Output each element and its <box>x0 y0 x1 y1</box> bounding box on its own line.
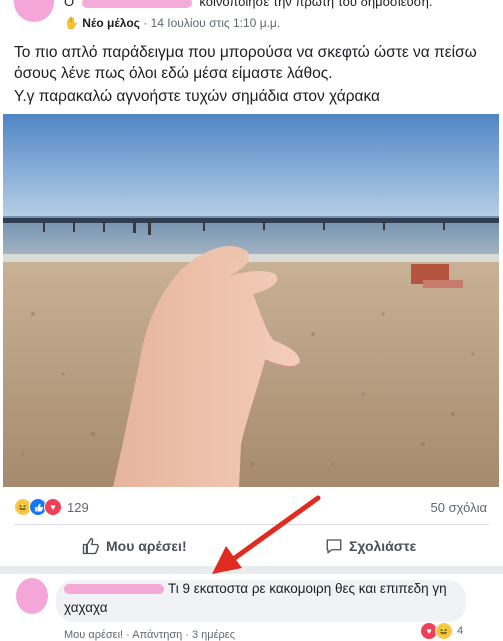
comment-text-line1: Τι 9 εκατοστα ρε κακομοιρη θες και επιπε… <box>168 581 447 596</box>
redacted-commenter-name[interactable] <box>64 584 164 594</box>
comments-count[interactable]: 50 σχόλια <box>431 500 487 515</box>
member-badge[interactable]: Νέο μέλος <box>82 16 140 30</box>
like-button[interactable]: Μου αρέσει! <box>82 537 187 555</box>
post-photo[interactable] <box>3 114 499 487</box>
comment-reactions[interactable]: ♥ 😆 4 <box>420 622 463 640</box>
new-member-icon: ✋ <box>64 16 79 30</box>
header-prefix: Ο <box>64 0 75 9</box>
actions-divider <box>14 524 489 525</box>
comment-button[interactable]: Σχολιάστε <box>325 537 416 555</box>
post-text-line1: Το πιο απλό παράδειγμα που μπορούσα να σ… <box>14 44 477 82</box>
comment-icon <box>326 539 342 554</box>
like-button-label: Μου αρέσει! <box>106 538 187 554</box>
reaction-count[interactable]: 129 <box>67 500 89 515</box>
redacted-poster-name[interactable] <box>81 0 192 8</box>
post-header: Ο κοινοποίησε την πρώτη του δημοσίευση. <box>64 0 433 9</box>
comment-actions[interactable]: Μου αρέσει! · Απάντηση · 3 ημέρες <box>64 629 235 641</box>
thumbs-up-icon <box>82 537 99 555</box>
comment-button-label: Σχολιάστε <box>349 538 417 554</box>
comment-text-line2: χαχαχα <box>64 600 108 615</box>
beach-hand-photo <box>3 114 499 487</box>
reaction-summary[interactable]: 😆 ♥ 129 <box>14 498 89 516</box>
poster-avatar[interactable] <box>14 0 54 22</box>
post-meta: ✋ Νέο μέλος · 14 Ιουλίου στις 1:10 μ.μ. <box>64 16 280 30</box>
haha-reaction-icon: 😆 <box>435 622 453 640</box>
love-reaction-icon: ♥ <box>44 498 62 516</box>
post-text-line2: Υ.γ παρακαλώ αγνοήστε τυχών σημάδια στον… <box>14 88 381 105</box>
post-date[interactable]: · 14 Ιουλίου στις 1:10 μ.μ. <box>143 16 280 30</box>
section-separator <box>0 566 503 574</box>
commenter-avatar[interactable] <box>16 578 48 614</box>
header-suffix: κοινοποίησε την πρώτη του δημοσίευση. <box>199 0 433 9</box>
comment-reaction-count: 4 <box>457 625 464 637</box>
